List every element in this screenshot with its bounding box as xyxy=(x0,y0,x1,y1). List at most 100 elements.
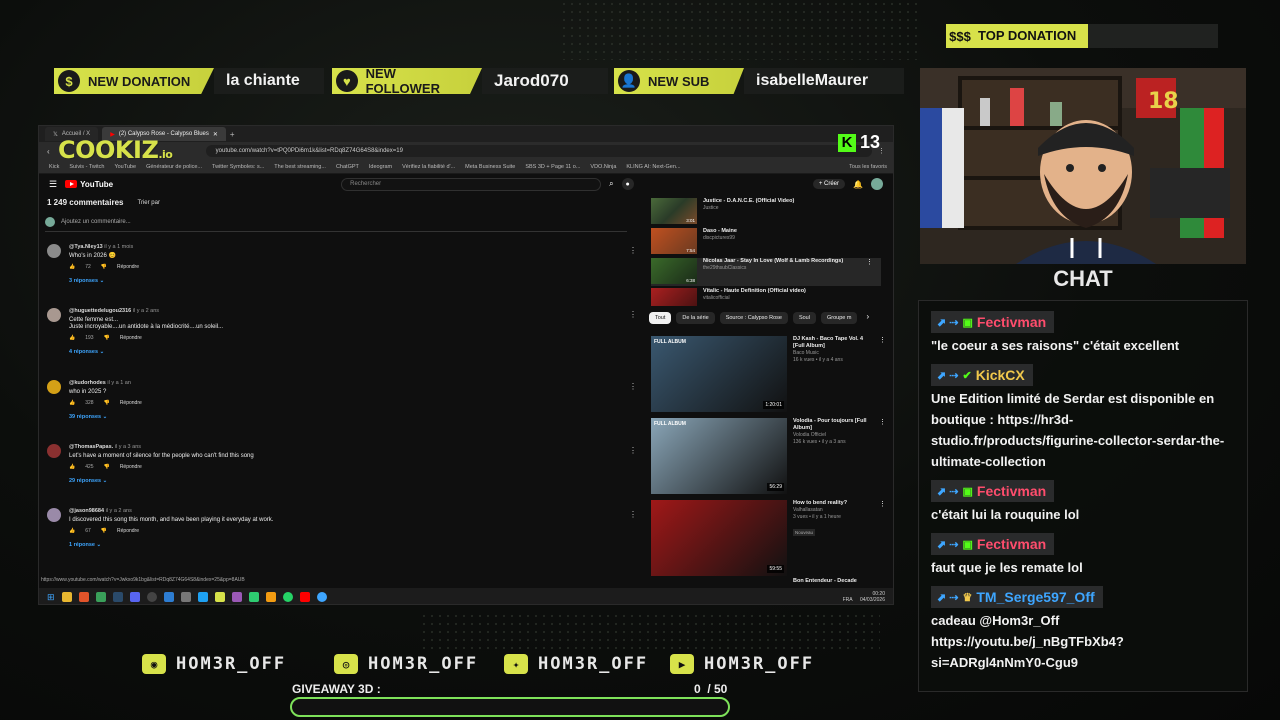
recommended-video[interactable]: 59:55 How to bend reality? Valhallasatan 3… xyxy=(651,500,886,576)
app-icon[interactable] xyxy=(316,592,327,602)
chat-username[interactable]: KickCX xyxy=(976,367,1025,383)
app-icon[interactable] xyxy=(197,592,208,602)
bookmark-item[interactable]: The best streaming... xyxy=(274,164,326,170)
app-icon[interactable] xyxy=(231,592,242,602)
brave-icon[interactable] xyxy=(78,592,89,602)
chat-username[interactable]: Fectivman xyxy=(977,483,1046,499)
search-input[interactable]: Rechercher xyxy=(341,177,602,191)
app-icon[interactable] xyxy=(265,592,276,602)
reply-button[interactable]: Répondre xyxy=(120,464,142,470)
bookmark-item[interactable]: Suivis - Twitch xyxy=(69,164,104,170)
app-icon[interactable] xyxy=(163,592,174,602)
chrome-icon[interactable] xyxy=(95,592,106,602)
like-icon[interactable]: 👍 xyxy=(69,528,75,534)
app-icon[interactable] xyxy=(248,592,259,602)
playlist-item[interactable]: 3:01 Justice - D.A.N.C.E. (Official Video… xyxy=(651,198,881,226)
replies-toggle[interactable]: 39 réponses ⌄ xyxy=(69,414,643,420)
replies-toggle[interactable]: 1 réponse ⌄ xyxy=(69,542,643,548)
bookmark-item[interactable]: SBS 3D + Page 11 o... xyxy=(525,164,580,170)
add-comment[interactable]: Ajoutez un commentaire... xyxy=(45,217,627,232)
more-options-icon[interactable]: ⋮ xyxy=(879,418,886,494)
bookmark-item[interactable]: Kick xyxy=(49,164,59,170)
youtube-logo[interactable]: YouTube xyxy=(65,180,113,189)
reply-button[interactable]: Répondre xyxy=(120,400,142,406)
playlist-item[interactable]: Vitalic - Haute Definition (Official vid… xyxy=(651,288,881,306)
dislike-icon[interactable]: 👎 xyxy=(101,264,107,270)
chip-source[interactable]: Source : Calypso Rose xyxy=(719,312,788,324)
dislike-icon[interactable]: 👎 xyxy=(104,400,110,406)
youtube-app-icon[interactable] xyxy=(299,592,310,602)
more-options-icon[interactable]: ⋮ xyxy=(629,310,637,319)
microphone-icon[interactable]: ● xyxy=(621,178,634,190)
more-options-icon[interactable]: ⋮ xyxy=(629,382,637,391)
comment-author[interactable]: @Tya.Nley13 xyxy=(69,244,103,250)
bookmark-item[interactable]: VDO.Ninja xyxy=(590,164,616,170)
sort-button[interactable]: Trier par xyxy=(138,200,160,206)
bookmark-item[interactable]: Tous les favoris xyxy=(849,164,887,170)
menu-icon[interactable]: ☰ xyxy=(49,179,57,190)
bookmark-item[interactable]: Meta Business Suite xyxy=(465,164,515,170)
comment-author[interactable]: @jason98684 xyxy=(69,508,104,514)
recommended-video[interactable]: FULL ALBUM 56:29 Volodia - Pour toujours … xyxy=(651,418,886,494)
dislike-icon[interactable]: 👎 xyxy=(104,335,110,341)
search-icon[interactable]: ⌕ xyxy=(609,179,613,189)
url-field[interactable]: youtube.com/watch?v=tPQ0PDi6m1k&list=RDq… xyxy=(205,145,872,157)
bookmark-item[interactable]: Ideogram xyxy=(369,164,392,170)
chat-username[interactable]: Fectivman xyxy=(977,536,1046,552)
replies-toggle[interactable]: 29 réponses ⌄ xyxy=(69,478,643,484)
bookmark-item[interactable]: Twitter Symboles: s... xyxy=(212,164,264,170)
recommended-video[interactable]: FULL ALBUM 1:20:01 DJ Kash - Baco Tape Vo… xyxy=(651,336,886,412)
bookmark-item[interactable]: YouTube xyxy=(114,164,136,170)
steam-icon[interactable] xyxy=(112,592,123,602)
close-icon[interactable]: ✕ xyxy=(213,131,218,138)
bookmark-item[interactable]: Générateur de police... xyxy=(146,164,202,170)
chip-soul[interactable]: Soul xyxy=(792,312,816,324)
whatsapp-icon[interactable] xyxy=(282,592,293,602)
comment-author[interactable]: @kudorhodes xyxy=(69,380,106,386)
replies-toggle[interactable]: 4 réponses ⌄ xyxy=(69,349,643,355)
dislike-icon[interactable]: 👎 xyxy=(101,528,107,534)
chip-series[interactable]: De la série xyxy=(676,312,715,324)
more-options-icon[interactable]: ⋮ xyxy=(629,246,637,255)
more-options-icon[interactable]: ⋮ xyxy=(629,510,637,519)
comment-author[interactable]: @ThomasPapas. xyxy=(69,444,113,450)
like-icon[interactable]: 👍 xyxy=(69,464,75,470)
bookmark-item[interactable]: KLING AI: Next-Gen... xyxy=(626,164,680,170)
chip-all[interactable]: Tout xyxy=(649,312,672,324)
like-icon[interactable]: 👍 xyxy=(69,264,75,270)
windows-start-icon[interactable]: ⊞ xyxy=(47,592,55,603)
bookmark-item[interactable]: Vérifiez la fiabilité d'... xyxy=(402,164,455,170)
avatar[interactable] xyxy=(871,178,883,190)
reply-button[interactable]: Répondre xyxy=(117,264,139,270)
new-tab-button[interactable]: + xyxy=(230,130,235,139)
back-icon[interactable]: ‹ xyxy=(47,147,50,156)
system-clock[interactable]: FRA 00:20 04/03/2026 xyxy=(843,591,885,603)
more-options-icon[interactable]: ⋮ xyxy=(866,258,873,266)
more-options-icon[interactable]: ⋮ xyxy=(879,336,886,412)
chat-username[interactable]: Fectivman xyxy=(977,314,1046,330)
replies-toggle[interactable]: 3 réponses ⌄ xyxy=(69,278,643,284)
add-comment-input[interactable]: Ajoutez un commentaire... xyxy=(61,219,131,225)
comment-author[interactable]: @huguettedelugou2316 xyxy=(69,308,131,314)
more-options-icon[interactable]: ⋮ xyxy=(879,500,886,576)
notifications-icon[interactable]: 🔔 xyxy=(853,180,863,189)
discord-icon[interactable] xyxy=(129,592,140,602)
bookmark-item[interactable]: ChatGPT xyxy=(336,164,359,170)
chip-group[interactable]: Groupe m xyxy=(820,312,858,324)
playlist-item-current[interactable]: 6:38 Nicolas Jaar - Stay In Love (Wolf & … xyxy=(651,258,881,286)
chevron-right-icon[interactable]: › xyxy=(866,312,869,324)
app-icon[interactable] xyxy=(180,592,191,602)
app-icon[interactable] xyxy=(214,592,225,602)
reply-button[interactable]: Répondre xyxy=(117,528,139,534)
like-icon[interactable]: 👍 xyxy=(69,400,75,406)
reply-button[interactable]: Répondre xyxy=(120,335,142,341)
create-button[interactable]: + Créer xyxy=(812,179,846,189)
chat-username[interactable]: TM_Serge597_Off xyxy=(976,589,1094,605)
obs-icon[interactable] xyxy=(146,592,157,602)
file-explorer-icon[interactable] xyxy=(61,592,72,602)
more-options-icon[interactable]: ⋮ xyxy=(629,446,637,455)
playlist-item[interactable]: 7:54 Daso - Maine discpictures99 xyxy=(651,228,881,256)
dislike-icon[interactable]: 👎 xyxy=(104,464,110,470)
like-icon[interactable]: 👍 xyxy=(69,335,75,341)
next-video-title[interactable]: Bon Entendeur - Decade xyxy=(793,578,886,584)
